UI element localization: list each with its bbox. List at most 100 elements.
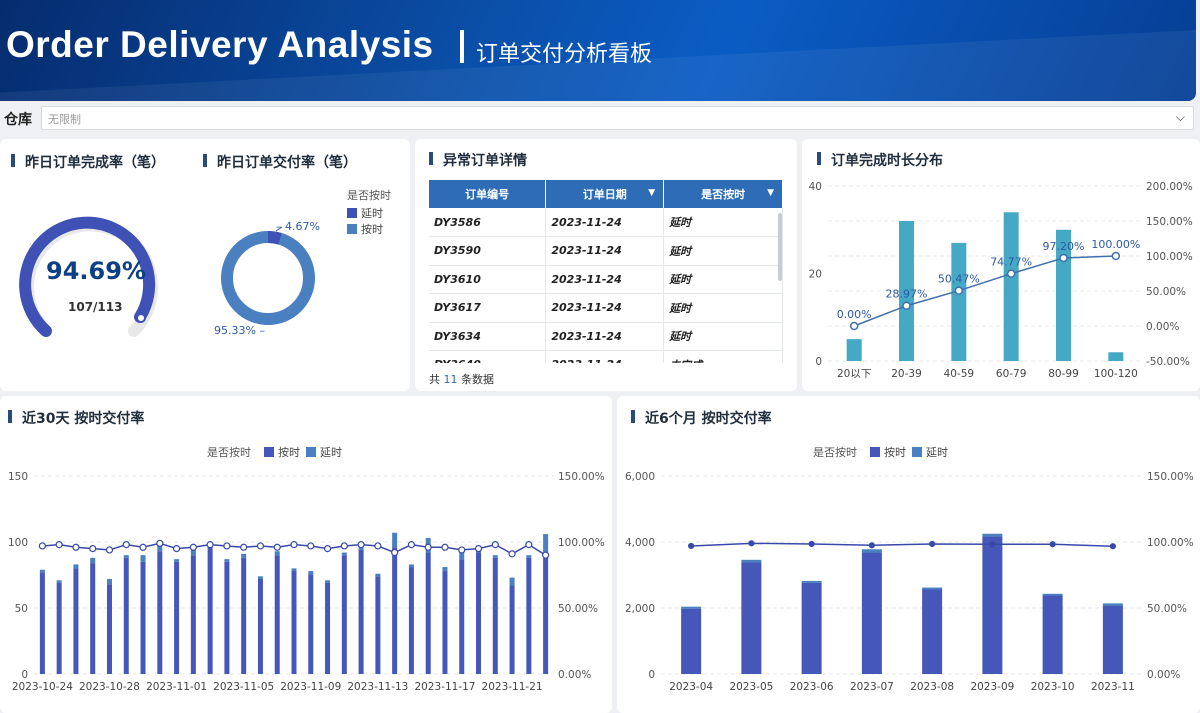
- table-row[interactable]: DY36402023-11-24未完成: [429, 350, 783, 363]
- column-header-label: 订单日期: [582, 188, 627, 201]
- duration-distribution-card: 订单完成时长分布 200.00% 150.00% 100.00% 50.00% 0.00…: [802, 139, 1200, 391]
- rate-point: [105, 546, 114, 554]
- y2-tick-label: 150.00%: [1146, 216, 1193, 228]
- bar-late: [39, 569, 45, 573]
- table-scrollbar[interactable]: [778, 213, 782, 281]
- last-6-months-chart: 6,000 4,000 2,000 0 150.00% 100.00% 50.00% 0.00…: [625, 471, 1194, 693]
- filter-icon[interactable]: ▼: [767, 188, 774, 198]
- y2-tick-label: 100.00%: [1146, 251, 1193, 263]
- donut-ontime-slice: [221, 231, 315, 325]
- bar-late: [123, 555, 129, 558]
- filter-icon[interactable]: ▼: [648, 188, 655, 198]
- completion-percent: 94.69%: [46, 257, 146, 285]
- column-header-order-id[interactable]: 订单编号: [429, 180, 547, 208]
- bar-late: [140, 555, 146, 562]
- rate-point: [929, 540, 936, 548]
- bar-late: [392, 532, 398, 548]
- x-tick-label: 2023-10-28: [79, 681, 140, 693]
- bar-ontime: [90, 563, 96, 674]
- y2-tick-label: 50.00%: [558, 603, 598, 615]
- bar-late: [241, 553, 247, 558]
- bar-ontime: [140, 561, 146, 674]
- y2-tick-label: 0.00%: [558, 669, 591, 681]
- rate-point: [340, 542, 348, 550]
- x-tick-label: 2023-11-05: [213, 681, 274, 693]
- table-row[interactable]: DY3610 2023-11-24 延时: [429, 265, 783, 294]
- chevron-down-icon[interactable]: ⌵: [1176, 110, 1185, 125]
- bar-late: [291, 568, 297, 572]
- donut-late-slice: [267, 231, 282, 245]
- footer-suffix: 条数据: [461, 373, 494, 386]
- bar-ontime: [476, 552, 482, 674]
- page-title: Order Delivery Analysis: [6, 24, 434, 65]
- bar-ontime: [257, 578, 263, 674]
- rate-point: [357, 541, 365, 549]
- bar-late: [56, 580, 62, 583]
- bar-ontime: [375, 576, 381, 674]
- cell-order-id: DY3590: [429, 236, 547, 266]
- rate-point: [1109, 543, 1116, 550]
- line-point: [1059, 253, 1068, 263]
- x-tick-label: 2023-11-17: [414, 681, 475, 693]
- bar-late: [861, 549, 882, 553]
- table-row[interactable]: DY3617 2023-11-24 延时: [429, 293, 783, 323]
- warehouse-select-placeholder: 无限制: [48, 113, 81, 126]
- cell-order-id: DY3610: [429, 265, 547, 294]
- warehouse-filter: 仓库 无限制 ⌵: [0, 105, 1196, 131]
- bar-ontime: [392, 547, 398, 674]
- x-tick-label: 2023-09: [970, 681, 1014, 693]
- y2-tick-label: 50.00%: [1146, 286, 1186, 298]
- bar-ontime: [509, 585, 515, 674]
- abnormal-orders-table-wrap: 订单编号 订单日期 ▼ 是否按时 ▼ DY3586 2023-11-24 延时 DY35…: [415, 139, 797, 363]
- bar-ontime: [425, 552, 431, 674]
- y2-tick-label: 100.00%: [1147, 537, 1194, 549]
- x-tick-label: 2023-10: [1031, 681, 1075, 693]
- rate-point: [542, 551, 550, 559]
- rate-point: [525, 541, 533, 549]
- rate-point: [1049, 541, 1056, 548]
- bar-late: [375, 573, 381, 577]
- column-header-on-time[interactable]: 是否按时 ▼: [663, 180, 783, 208]
- rate-point: [189, 543, 197, 551]
- x-tick-label: 2023-11: [1091, 681, 1135, 693]
- y2-tick-label: 0.00%: [1147, 669, 1180, 681]
- gauge-end-marker: [136, 313, 146, 323]
- bar-ontime: [681, 608, 702, 674]
- bar-late: [174, 559, 180, 562]
- bar-ontime: [492, 557, 498, 674]
- rate-point: [122, 541, 130, 549]
- data-label: 0.00%: [837, 308, 872, 321]
- rate-point: [206, 541, 214, 549]
- table-row[interactable]: DY3590 2023-11-24 延时: [429, 236, 783, 266]
- rate-point: [323, 545, 332, 553]
- bar-late: [274, 551, 280, 556]
- x-tick-label: 2023-08: [910, 681, 954, 693]
- x-tick-label: 2023-10-24: [12, 681, 73, 693]
- cell-order-date: 2023-11-24: [545, 208, 665, 237]
- duration-chart: 200.00%150.00%100.00%50.00%0.00%-50.00%4…: [809, 181, 1193, 380]
- rate-point: [240, 543, 248, 551]
- bar-ontime: [174, 561, 180, 674]
- bar-late: [922, 587, 943, 590]
- column-header-order-date[interactable]: 订单日期 ▼: [545, 180, 665, 208]
- legend-item-late[interactable]: 延时: [347, 205, 383, 221]
- bar-late: [509, 577, 515, 586]
- table-row[interactable]: DY3586 2023-11-24 延时: [429, 208, 783, 237]
- legend-swatch-late: [347, 208, 357, 218]
- rate-point: [72, 543, 80, 551]
- bar-late: [1042, 593, 1063, 596]
- delivery-legend-title: 是否按时: [347, 189, 391, 202]
- warehouse-select[interactable]: 无限制 ⌵: [41, 106, 1194, 130]
- x-tick-label: 20以下: [837, 368, 871, 380]
- x-tick-label: 2023-07: [850, 681, 894, 693]
- table-row[interactable]: DY3634 2023-11-24 延时: [429, 322, 783, 351]
- bar-late: [492, 555, 498, 558]
- rate-point: [407, 541, 416, 549]
- x-tick-label: 80-99: [1048, 368, 1079, 380]
- yesterday-rates-card: 昨日订单完成率（笔） 昨日订单交付率（笔） 94.69% 107/113 – 4…: [0, 139, 410, 391]
- cell-order-date: 2023-11-24: [545, 350, 665, 363]
- legend-item-ontime[interactable]: 按时: [347, 221, 383, 237]
- bar-ontime: [123, 557, 129, 674]
- page-subtitle: 订单交付分析看板: [476, 42, 653, 67]
- title-separator: [460, 30, 464, 63]
